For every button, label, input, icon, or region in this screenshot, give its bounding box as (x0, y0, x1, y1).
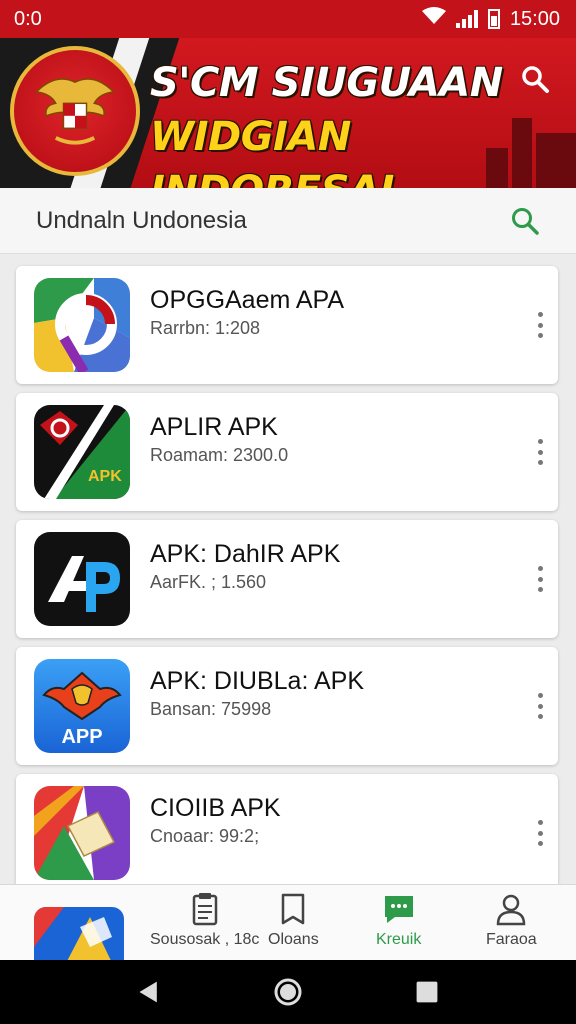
recents-icon[interactable] (412, 977, 442, 1007)
person-icon (497, 894, 526, 926)
app-icon-label: APP (61, 726, 102, 748)
bottom-nav: Sousosak , 18c Oloans Kreuik Faraoa (0, 884, 576, 967)
search-bar[interactable]: Undnaln Undonesia (0, 188, 576, 254)
clipboard-icon (192, 893, 217, 926)
banner-title-line1: S'CM SIUGUAAN (150, 60, 503, 106)
more-options-icon[interactable] (534, 820, 546, 846)
status-left-time: 0:0 (14, 7, 42, 30)
app-name: APK: DahIR APK (150, 540, 341, 568)
nav-label: Kreuik (376, 931, 422, 948)
app-meta: AarFK. ; 1.560 (150, 572, 267, 592)
signal-icon (455, 10, 478, 28)
battery-icon (487, 9, 500, 29)
app-icon (34, 278, 130, 372)
search-input[interactable]: Undnaln Undonesia (36, 207, 247, 235)
search-icon[interactable] (520, 64, 550, 94)
search-icon[interactable] (510, 206, 540, 236)
system-nav-bar (0, 960, 576, 1024)
back-icon[interactable] (134, 977, 164, 1007)
app-name: CIOIIB APK (150, 794, 281, 822)
nav-label: Sousosak , 18c (150, 931, 260, 948)
status-icons: 15:00 (421, 7, 560, 31)
more-options-icon[interactable] (534, 566, 546, 592)
app-meta: Rarrbn: 1:208 (150, 318, 261, 338)
featured-app-icon[interactable] (34, 907, 124, 967)
nav-label: Faraoa (486, 931, 537, 948)
list-item[interactable]: OPGGAaem APA Rarrbn: 1:208 (16, 266, 558, 384)
list-item[interactable]: APP APK: DIUBLa: APK Bansan: 75998 (16, 647, 558, 765)
list-item[interactable]: CIOIIB APK Cnoaar: 99:2; (16, 774, 558, 892)
app-icon-label: APK (88, 468, 122, 485)
app-icon: APK (34, 405, 130, 499)
emblem-garuda-icon (10, 46, 140, 176)
app-list: OPGGAaem APA Rarrbn: 1:208 APK APLIR APK… (16, 266, 558, 901)
nav-item-4[interactable]: Faraoa (486, 891, 537, 949)
list-item[interactable]: APK: DahIR APK AarFK. ; 1.560 (16, 520, 558, 638)
nav-label: Oloans (268, 931, 319, 948)
more-options-icon[interactable] (534, 312, 546, 338)
chat-icon (384, 896, 413, 923)
status-right-time: 15:00 (509, 7, 560, 30)
app-icon (34, 786, 130, 880)
home-icon[interactable] (273, 977, 303, 1007)
nav-item-3-active[interactable]: Kreuik (376, 891, 421, 949)
banner-title: S'CM SIUGUAAN WIDGIAN INDORESAI (150, 56, 510, 188)
bookmark-icon (282, 893, 305, 925)
header-banner: S'CM SIUGUAAN WIDGIAN INDORESAI (0, 38, 576, 188)
banner-title-line2: WIDGIAN INDORESAI (150, 114, 394, 188)
nav-item-2[interactable]: Oloans (268, 891, 319, 949)
wifi-icon (421, 7, 446, 31)
city-skyline (486, 108, 576, 188)
list-item[interactable]: APK APLIR APK Roamam: 2300.0 (16, 393, 558, 511)
app-icon (34, 532, 130, 626)
app-name: APLIR APK (150, 413, 278, 441)
more-options-icon[interactable] (534, 439, 546, 465)
app-name: APK: DIUBLa: APK (150, 667, 364, 695)
app-meta: Roamam: 2300.0 (150, 445, 289, 465)
nav-item-1[interactable]: Sousosak , 18c (150, 891, 259, 949)
app-icon: APP (34, 659, 130, 753)
app-name: OPGGAaem APA (150, 286, 345, 314)
status-bar: 0:0 15:00 (0, 0, 576, 38)
app-meta: Bansan: 75998 (150, 699, 272, 719)
app-meta: Cnoaar: 99:2; (150, 826, 260, 846)
more-options-icon[interactable] (534, 693, 546, 719)
